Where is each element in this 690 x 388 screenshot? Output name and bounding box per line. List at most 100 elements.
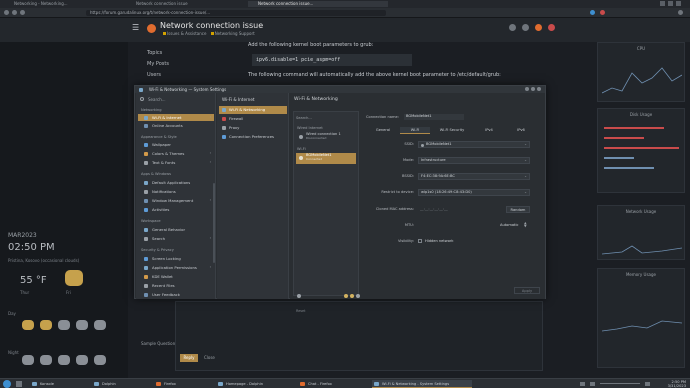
search-icon[interactable] bbox=[509, 24, 516, 31]
sidebar-item-recent-files[interactable]: Recent Files bbox=[138, 282, 214, 289]
random-button[interactable]: Random bbox=[506, 206, 530, 213]
taskbar-item-active[interactable]: Wi-Fi & Networking - System Settings bbox=[372, 380, 472, 388]
avatar[interactable] bbox=[548, 24, 555, 31]
cloned-mac-input[interactable]: __:__:__:__:__:__ bbox=[420, 207, 448, 211]
taskbar-item[interactable]: Homepage - Dolphin bbox=[216, 380, 296, 388]
sidebar-item-activities[interactable]: Activities bbox=[138, 206, 214, 213]
subpage-wifi-networking[interactable]: Wi-Fi & Networking bbox=[219, 106, 287, 114]
url-bar[interactable]: https://forum.garudalinux.org/t/network-… bbox=[86, 10, 386, 16]
volume-slider[interactable] bbox=[600, 383, 640, 384]
hidden-network-checkbox[interactable] bbox=[418, 239, 422, 243]
maximize-icon[interactable] bbox=[668, 1, 673, 6]
sidebar-item-text-fonts[interactable]: Text & Fonts › bbox=[138, 159, 214, 166]
stepper-icon[interactable]: ▲ ▼ bbox=[524, 221, 527, 228]
apply-button[interactable]: Apply bbox=[514, 287, 540, 294]
avatar[interactable] bbox=[535, 24, 542, 31]
browser-tab-active[interactable]: Network connection issue... bbox=[248, 1, 388, 7]
close-icon[interactable] bbox=[537, 87, 541, 91]
tab-wifi[interactable]: Wi-Fi bbox=[400, 127, 430, 134]
tab-ipv4[interactable]: IPv4 bbox=[474, 127, 504, 134]
sidebar-item-user-feedback[interactable]: User Feedback bbox=[138, 291, 214, 298]
forward-icon[interactable] bbox=[12, 10, 17, 15]
edit-icon[interactable] bbox=[356, 294, 360, 298]
category-label: Apps & Windows bbox=[141, 172, 172, 176]
add-icon[interactable] bbox=[344, 294, 348, 298]
usage-bar bbox=[604, 137, 644, 139]
sidebar-item-my-posts[interactable]: My Posts bbox=[140, 59, 232, 70]
nav-label: KDE Wallet bbox=[152, 274, 173, 279]
tab-label: Network connection issue bbox=[136, 1, 188, 6]
connection-wired[interactable]: Wired connection 1 Disconnected bbox=[296, 132, 356, 143]
volume-icon[interactable] bbox=[590, 382, 595, 386]
restrict-device-value: wlp1s0 (18:26:49:C8:43:D0) bbox=[421, 190, 472, 194]
maximize-icon[interactable] bbox=[531, 87, 535, 91]
settings-titlebar[interactable]: Wi-Fi & Networking — System Settings bbox=[135, 86, 545, 93]
sidebar-item-general-behavior[interactable]: General Behavior bbox=[138, 226, 214, 233]
sidebar-item-kde-wallet[interactable]: KDE Wallet bbox=[138, 273, 214, 280]
extension-icon[interactable] bbox=[590, 10, 595, 15]
browser-tab[interactable]: Networking - Networking... bbox=[4, 1, 124, 7]
taskbar-item[interactable]: Chat - Firefox bbox=[298, 380, 370, 388]
connection-details: Connection name: BGMobileNet1 General Wi… bbox=[364, 111, 544, 296]
menu-icon[interactable] bbox=[522, 24, 529, 31]
subpage-firewall[interactable]: Firewall bbox=[219, 115, 287, 123]
close-icon[interactable] bbox=[676, 1, 681, 6]
hamburger-icon[interactable]: ☰ bbox=[132, 24, 140, 32]
sidebar-item-users[interactable]: Users bbox=[140, 70, 232, 81]
tab-ipv6[interactable]: IPv6 bbox=[506, 127, 536, 134]
taskbar-item[interactable]: Firefox bbox=[154, 380, 214, 388]
browser-tab[interactable]: Network connection issue bbox=[126, 1, 246, 7]
taskbar-item[interactable]: Dolphin bbox=[92, 380, 152, 388]
proxy-icon bbox=[222, 126, 226, 130]
tab-general[interactable]: General bbox=[368, 127, 398, 134]
reply-composer[interactable] bbox=[175, 301, 543, 371]
settings-search-input[interactable]: Search... bbox=[140, 96, 212, 103]
reset-button[interactable]: Reset bbox=[296, 309, 305, 313]
wifi-icon[interactable] bbox=[645, 382, 650, 386]
connection-search-input[interactable]: Search... bbox=[296, 116, 312, 120]
sidebar-item-search[interactable]: Search › bbox=[138, 235, 214, 242]
sidebar-item-online-accounts[interactable]: Online Accounts bbox=[138, 122, 214, 129]
clock-date: 3/31/2023 bbox=[667, 384, 686, 388]
close-composer-link[interactable]: Close bbox=[204, 354, 215, 362]
scrollbar[interactable] bbox=[213, 183, 215, 263]
mtu-spinbox[interactable]: Automatic bbox=[500, 223, 518, 227]
subpage-proxy[interactable]: Proxy bbox=[219, 124, 287, 132]
reload-icon[interactable] bbox=[20, 10, 25, 15]
taskbar-item[interactable]: Konsole bbox=[30, 380, 90, 388]
connection-name-input[interactable]: BGMobileNet1 bbox=[404, 114, 464, 120]
minimize-icon[interactable] bbox=[660, 1, 665, 6]
sidebar-item-wifi-internet[interactable]: Wi-Fi & Internet › bbox=[138, 114, 214, 121]
forum-logo-icon[interactable] bbox=[147, 24, 156, 33]
topic-title[interactable]: Network connection issue bbox=[160, 21, 263, 30]
sidebar-item-window-management[interactable]: Window Management › bbox=[138, 197, 214, 204]
clock[interactable]: 2:50 PM 3/31/2023 bbox=[658, 380, 686, 388]
settings-icon[interactable] bbox=[350, 294, 354, 298]
back-icon[interactable] bbox=[4, 10, 9, 15]
sidebar-item-default-apps[interactable]: Default Applications bbox=[138, 179, 214, 186]
bssid-select[interactable]: F4:EC:38:9A:6E:BC ⌄ bbox=[418, 173, 530, 180]
restrict-device-select[interactable]: wlp1s0 (18:26:49:C8:43:D0) ⌄ bbox=[418, 189, 530, 196]
crumb-subcategory[interactable]: Networking Support bbox=[215, 31, 255, 36]
tab-wifi-security[interactable]: Wi-Fi Security bbox=[432, 127, 472, 134]
sidebar-item-screen-locking[interactable]: Screen Locking bbox=[138, 255, 214, 262]
tray-icon[interactable] bbox=[580, 382, 585, 386]
minimize-icon[interactable] bbox=[525, 87, 529, 91]
sidebar-item-colors-themes[interactable]: Colors & Themes › bbox=[138, 150, 214, 157]
sidebar-item-app-permissions[interactable]: Application Permissions › bbox=[138, 264, 214, 271]
mode-select[interactable]: Infrastructure ⌄ bbox=[418, 157, 530, 164]
sidebar-item-wallpaper[interactable]: Wallpaper bbox=[138, 141, 214, 148]
sidebar-item-notifications[interactable]: Notifications bbox=[138, 188, 214, 195]
ssid-field[interactable]: BGMobileNet1 ⌄ bbox=[418, 141, 530, 148]
extension-icon[interactable] bbox=[600, 10, 605, 15]
files-icon[interactable] bbox=[16, 381, 22, 387]
accounts-icon bbox=[144, 123, 148, 128]
crumb-category[interactable]: Issues & Assistance bbox=[167, 31, 206, 36]
airplane-icon[interactable] bbox=[297, 294, 301, 298]
sidebar-item-topics[interactable]: Topics bbox=[140, 48, 232, 59]
connection-wifi-active[interactable]: BGMobileNet1 Connected bbox=[296, 153, 356, 164]
menu-icon[interactable] bbox=[678, 10, 683, 15]
subpage-connection-preferences[interactable]: Connection Preferences bbox=[219, 133, 287, 141]
app-launcher-icon[interactable] bbox=[3, 380, 11, 388]
reply-button[interactable]: Reply bbox=[180, 354, 198, 362]
